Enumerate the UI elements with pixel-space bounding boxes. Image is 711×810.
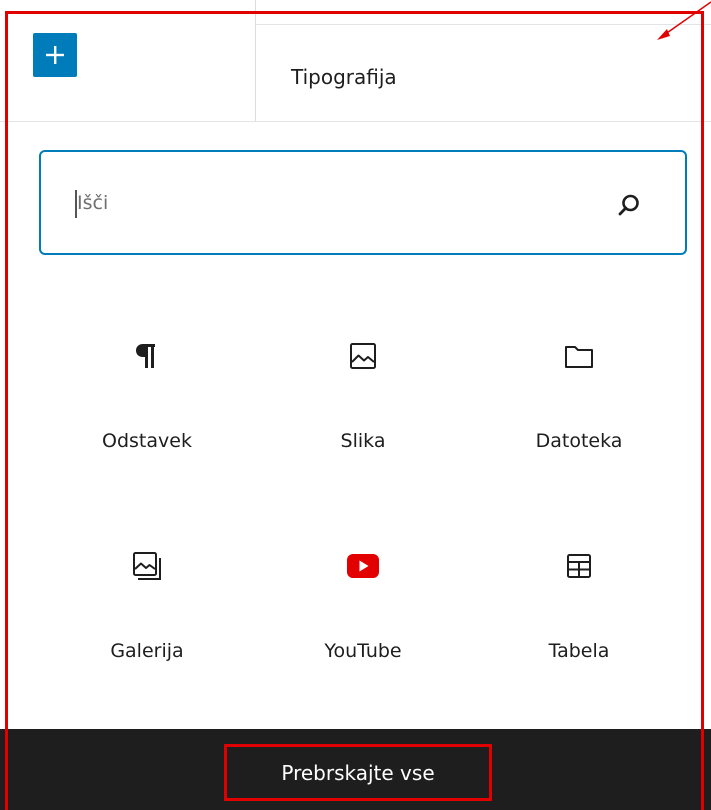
- paragraph-icon: [127, 336, 167, 376]
- block-label: YouTube: [324, 640, 402, 662]
- header-right-panel: Tipografija: [256, 0, 711, 122]
- header-left-panel: [0, 0, 256, 122]
- search-field[interactable]: [39, 150, 687, 255]
- text-caret: [75, 190, 77, 218]
- block-label: Tabela: [548, 640, 610, 662]
- inserter-header: Tipografija: [0, 0, 711, 122]
- header-bottom-divider: [0, 121, 711, 122]
- tab-typography[interactable]: Tipografija: [291, 62, 397, 92]
- add-block-button[interactable]: [33, 33, 77, 77]
- search-input[interactable]: [77, 182, 597, 224]
- block-list: Odstavek Slika Datoteka Galerija YouTube…: [39, 300, 687, 710]
- plus-icon: [46, 46, 64, 64]
- header-divider: [256, 24, 711, 25]
- block-label: Galerija: [110, 640, 184, 662]
- image-icon: [343, 336, 383, 376]
- search-icon[interactable]: [615, 191, 643, 219]
- inserter-footer: Prebrskajte vse: [0, 729, 711, 810]
- block-item-image[interactable]: Slika: [255, 300, 471, 490]
- gallery-icon: [127, 546, 167, 586]
- block-item-paragraph[interactable]: Odstavek: [39, 300, 255, 490]
- block-item-gallery[interactable]: Galerija: [39, 510, 255, 700]
- table-icon: [559, 546, 599, 586]
- block-label: Slika: [340, 430, 386, 452]
- youtube-icon: [343, 546, 383, 586]
- block-item-table[interactable]: Tabela: [471, 510, 687, 700]
- folder-icon: [559, 336, 599, 376]
- block-item-file[interactable]: Datoteka: [471, 300, 687, 490]
- block-label: Datoteka: [535, 430, 623, 452]
- block-label: Odstavek: [102, 430, 192, 452]
- browse-all-button[interactable]: Prebrskajte vse: [224, 744, 492, 801]
- block-item-youtube[interactable]: YouTube: [255, 510, 471, 700]
